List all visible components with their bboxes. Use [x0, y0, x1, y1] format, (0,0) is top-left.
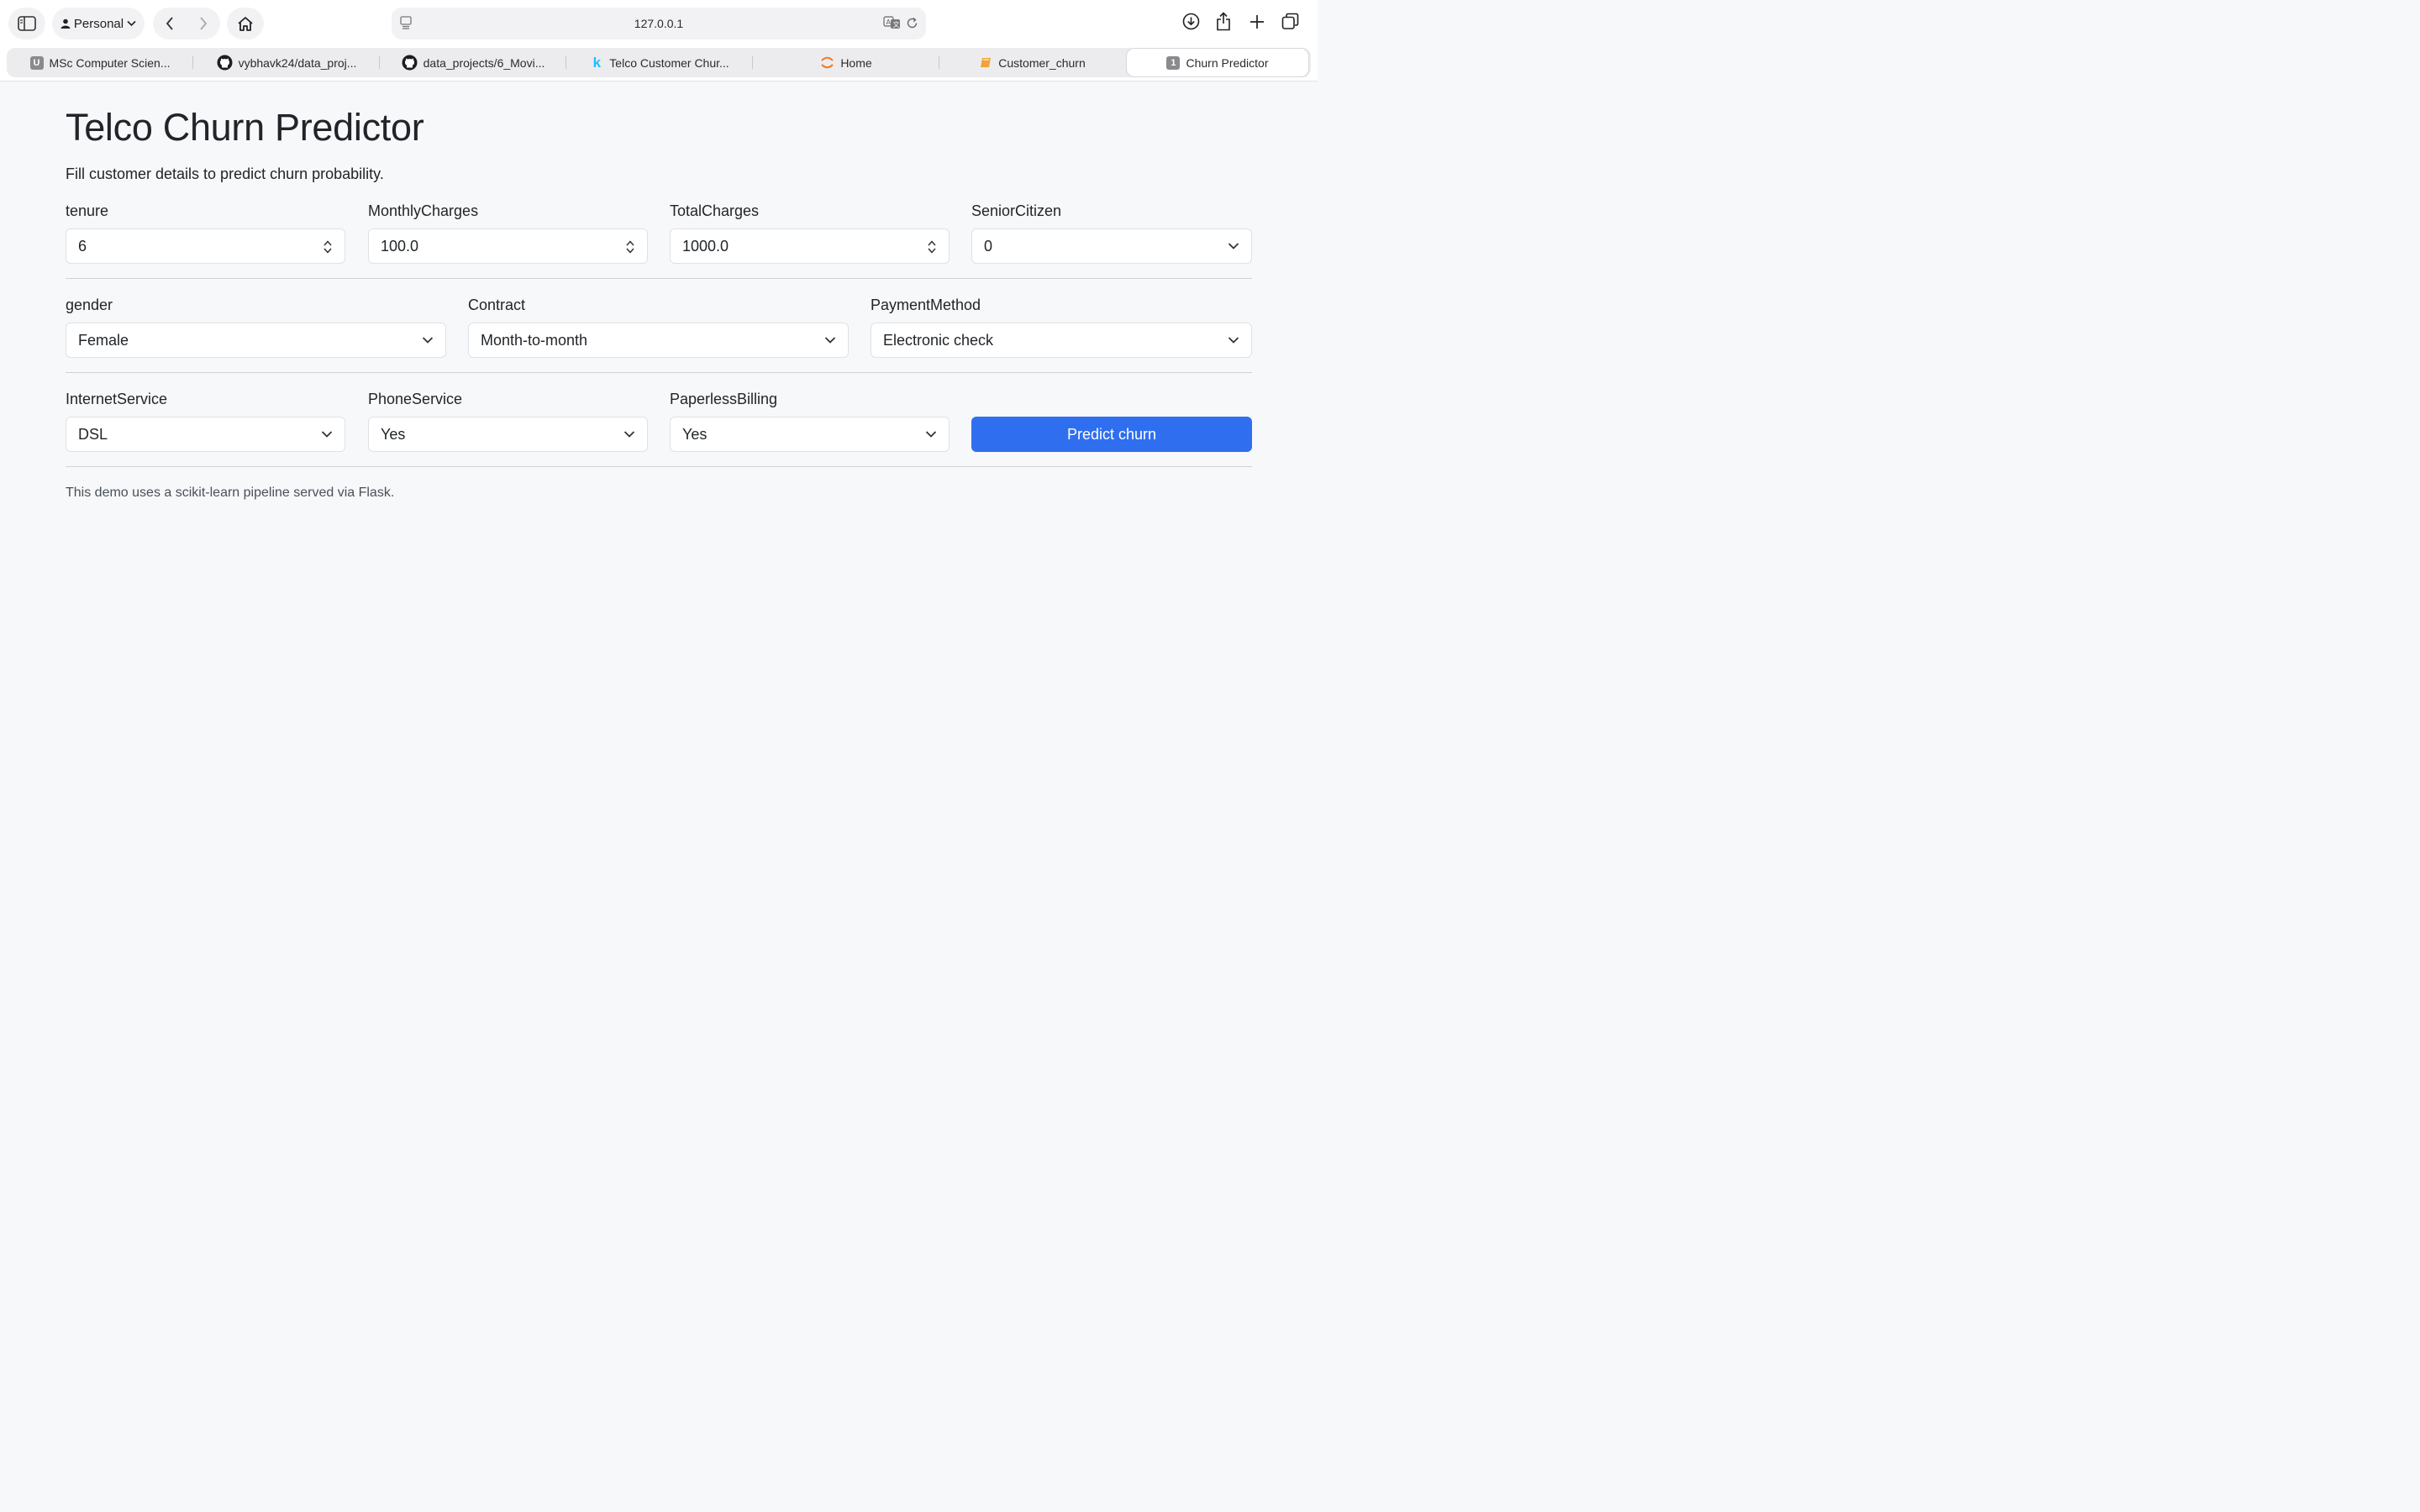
profile-label: Personal [73, 16, 124, 31]
total-charges-label: TotalCharges [670, 202, 760, 219]
paperless-billing-label: PaperlessBilling [670, 391, 778, 407]
phone-service-label: PhoneService [368, 391, 463, 407]
home-icon [238, 16, 253, 31]
downloads-icon[interactable] [1182, 13, 1200, 30]
share-icon[interactable] [1216, 12, 1231, 31]
address-bar[interactable]: 127.0.0.1 A 文 [392, 8, 926, 39]
gender-label: gender [66, 297, 113, 313]
senior-citizen-label: SeniorCitizen [971, 202, 1062, 219]
person-icon [60, 18, 71, 29]
tab-label: Churn Predictor [1186, 55, 1269, 70]
internet-service-select[interactable]: DSL [66, 417, 345, 452]
tab-github-data-projects[interactable]: vybhavk24/data_proj... [193, 48, 380, 77]
chevron-left-icon [166, 17, 173, 30]
back-button[interactable] [153, 8, 187, 39]
contract-value: Month-to-month [481, 331, 588, 349]
chevron-down-icon [1228, 337, 1239, 344]
chevron-down-icon [127, 20, 136, 27]
tab-label: MSc Computer Scien... [49, 55, 171, 70]
new-tab-icon[interactable] [1249, 14, 1265, 29]
page-subtitle: Fill customer details to predict churn p… [66, 165, 384, 182]
payment-method-label: PaymentMethod [871, 297, 981, 313]
monthly-charges-input[interactable]: 100.0 [368, 228, 648, 264]
chevron-down-icon [623, 431, 635, 438]
chevron-down-icon [1228, 243, 1239, 249]
tab-churn-predictor[interactable]: 1 Churn Predictor [1126, 48, 1309, 77]
spinner-icon[interactable] [625, 239, 635, 255]
sidebar-toggle-button[interactable] [8, 8, 45, 39]
tab-label: vybhavk24/data_proj... [238, 55, 357, 70]
contract-label: Contract [468, 297, 526, 313]
jupyter-icon [821, 56, 834, 69]
monthly-charges-value: 100.0 [381, 237, 419, 255]
spinner-icon[interactable] [927, 239, 937, 255]
tab-label: Telco Customer Chur... [609, 55, 729, 70]
tenure-label: tenure [66, 202, 109, 219]
svg-text:A: A [886, 18, 892, 26]
tenure-input[interactable]: 6 [66, 228, 345, 264]
reload-icon[interactable] [906, 17, 918, 29]
phone-service-select[interactable]: Yes [368, 417, 648, 452]
tab-github-movie-project[interactable]: data_projects/6_Movi... [380, 48, 566, 77]
tenure-value: 6 [78, 237, 87, 255]
gender-select[interactable]: Female [66, 323, 446, 358]
contract-select[interactable]: Month-to-month [468, 323, 849, 358]
senior-citizen-value: 0 [984, 237, 993, 255]
tab-label: Home [840, 55, 872, 70]
paperless-billing-value: Yes [682, 425, 708, 443]
monthly-charges-label: MonthlyCharges [368, 202, 479, 219]
home-button[interactable] [227, 8, 264, 39]
chevron-right-icon [200, 17, 208, 30]
university-icon: U [29, 55, 44, 70]
total-charges-value: 1000.0 [682, 237, 729, 255]
payment-method-value: Electronic check [883, 331, 994, 349]
forward-button[interactable] [187, 8, 220, 39]
navigation-buttons [153, 8, 220, 39]
paperless-billing-select[interactable]: Yes [670, 417, 950, 452]
tab-label: Customer_churn [998, 55, 1086, 70]
notebook-icon [981, 58, 992, 67]
tab-jupyter-home[interactable]: Home [753, 48, 939, 77]
payment-method-select[interactable]: Electronic check [871, 323, 1252, 358]
chevron-down-icon [824, 337, 836, 344]
page-title: Telco Churn Predictor [66, 106, 424, 149]
chevron-down-icon [422, 337, 434, 344]
tab-overview-icon[interactable] [1281, 13, 1299, 30]
tab-label: data_projects/6_Movi... [423, 55, 545, 70]
url-text: 127.0.0.1 [634, 17, 684, 30]
svg-text:文: 文 [893, 20, 900, 29]
row-divider [66, 466, 1252, 467]
spinner-icon[interactable] [323, 239, 333, 255]
tab-number-icon: 1 [1166, 55, 1181, 70]
profile-button[interactable]: Personal [52, 8, 145, 39]
tab-bar: U MSc Computer Scien... vybhavk24/data_p… [7, 48, 1311, 77]
github-icon [217, 55, 233, 71]
internet-service-value: DSL [78, 425, 108, 443]
row-divider [66, 278, 1252, 279]
gender-value: Female [78, 331, 129, 349]
chevron-down-icon [925, 431, 937, 438]
kaggle-icon: k [592, 54, 602, 71]
phone-service-value: Yes [381, 425, 406, 443]
tab-kaggle-telco[interactable]: k Telco Customer Chur... [566, 48, 753, 77]
footer-note: This demo uses a scikit-learn pipeline s… [66, 486, 395, 500]
tab-customer-churn-notebook[interactable]: Customer_churn [939, 48, 1126, 77]
browser-toolbar: Personal 127.0.0.1 A 文 U MSc Computer Sc… [0, 0, 1318, 81]
total-charges-input[interactable]: 1000.0 [670, 228, 950, 264]
tab-msc-computer-science[interactable]: U MSc Computer Scien... [7, 48, 193, 77]
predict-churn-button[interactable]: Predict churn [971, 417, 1252, 452]
row-divider [66, 372, 1252, 373]
internet-service-label: InternetService [66, 391, 168, 407]
senior-citizen-select[interactable]: 0 [971, 228, 1252, 264]
github-icon [402, 55, 418, 71]
translate-icon[interactable]: A 文 [883, 16, 902, 29]
chevron-down-icon [321, 431, 333, 438]
sidebar-icon [18, 16, 36, 31]
